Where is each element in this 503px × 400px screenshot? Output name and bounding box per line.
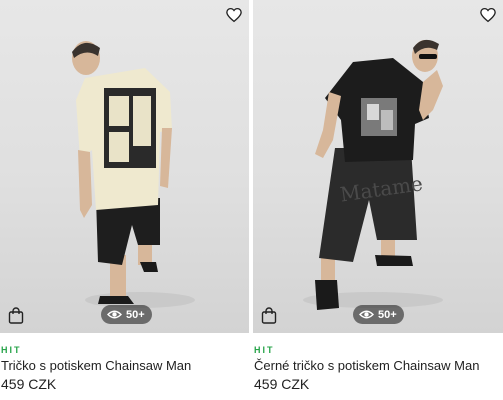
product-price: 459 CZK [254,376,310,392]
product-title-link[interactable]: Tričko s potiskem Chainsaw Man [1,358,191,373]
eye-icon [359,310,374,319]
product-photo[interactable]: 50+ [0,0,249,333]
product-card[interactable]: Matame 50+ HIT Černé tričko s potiskem C [253,0,503,400]
model-in-cream-tshirt-image [72,41,195,308]
favorite-heart-icon[interactable] [479,6,497,24]
favorite-heart-icon[interactable] [225,6,243,24]
views-counter-badge: 50+ [353,305,404,324]
hit-badge: HIT [1,345,22,355]
shopping-bag-icon[interactable] [8,307,24,324]
hit-badge: HIT [254,345,275,355]
views-count: 50+ [126,308,145,321]
eye-icon [107,310,122,319]
product-photo[interactable]: Matame 50+ [253,0,503,333]
product-title-link[interactable]: Černé tričko s potiskem Chainsaw Man [254,358,479,373]
views-counter-badge: 50+ [101,305,152,324]
product-price: 459 CZK [1,376,57,392]
views-count: 50+ [378,308,397,321]
model-in-black-tshirt-image: Matame [303,39,443,310]
product-card[interactable]: 50+ HIT Tričko s potiskem Chainsaw Man 4… [0,0,249,400]
shopping-bag-icon[interactable] [261,307,277,324]
